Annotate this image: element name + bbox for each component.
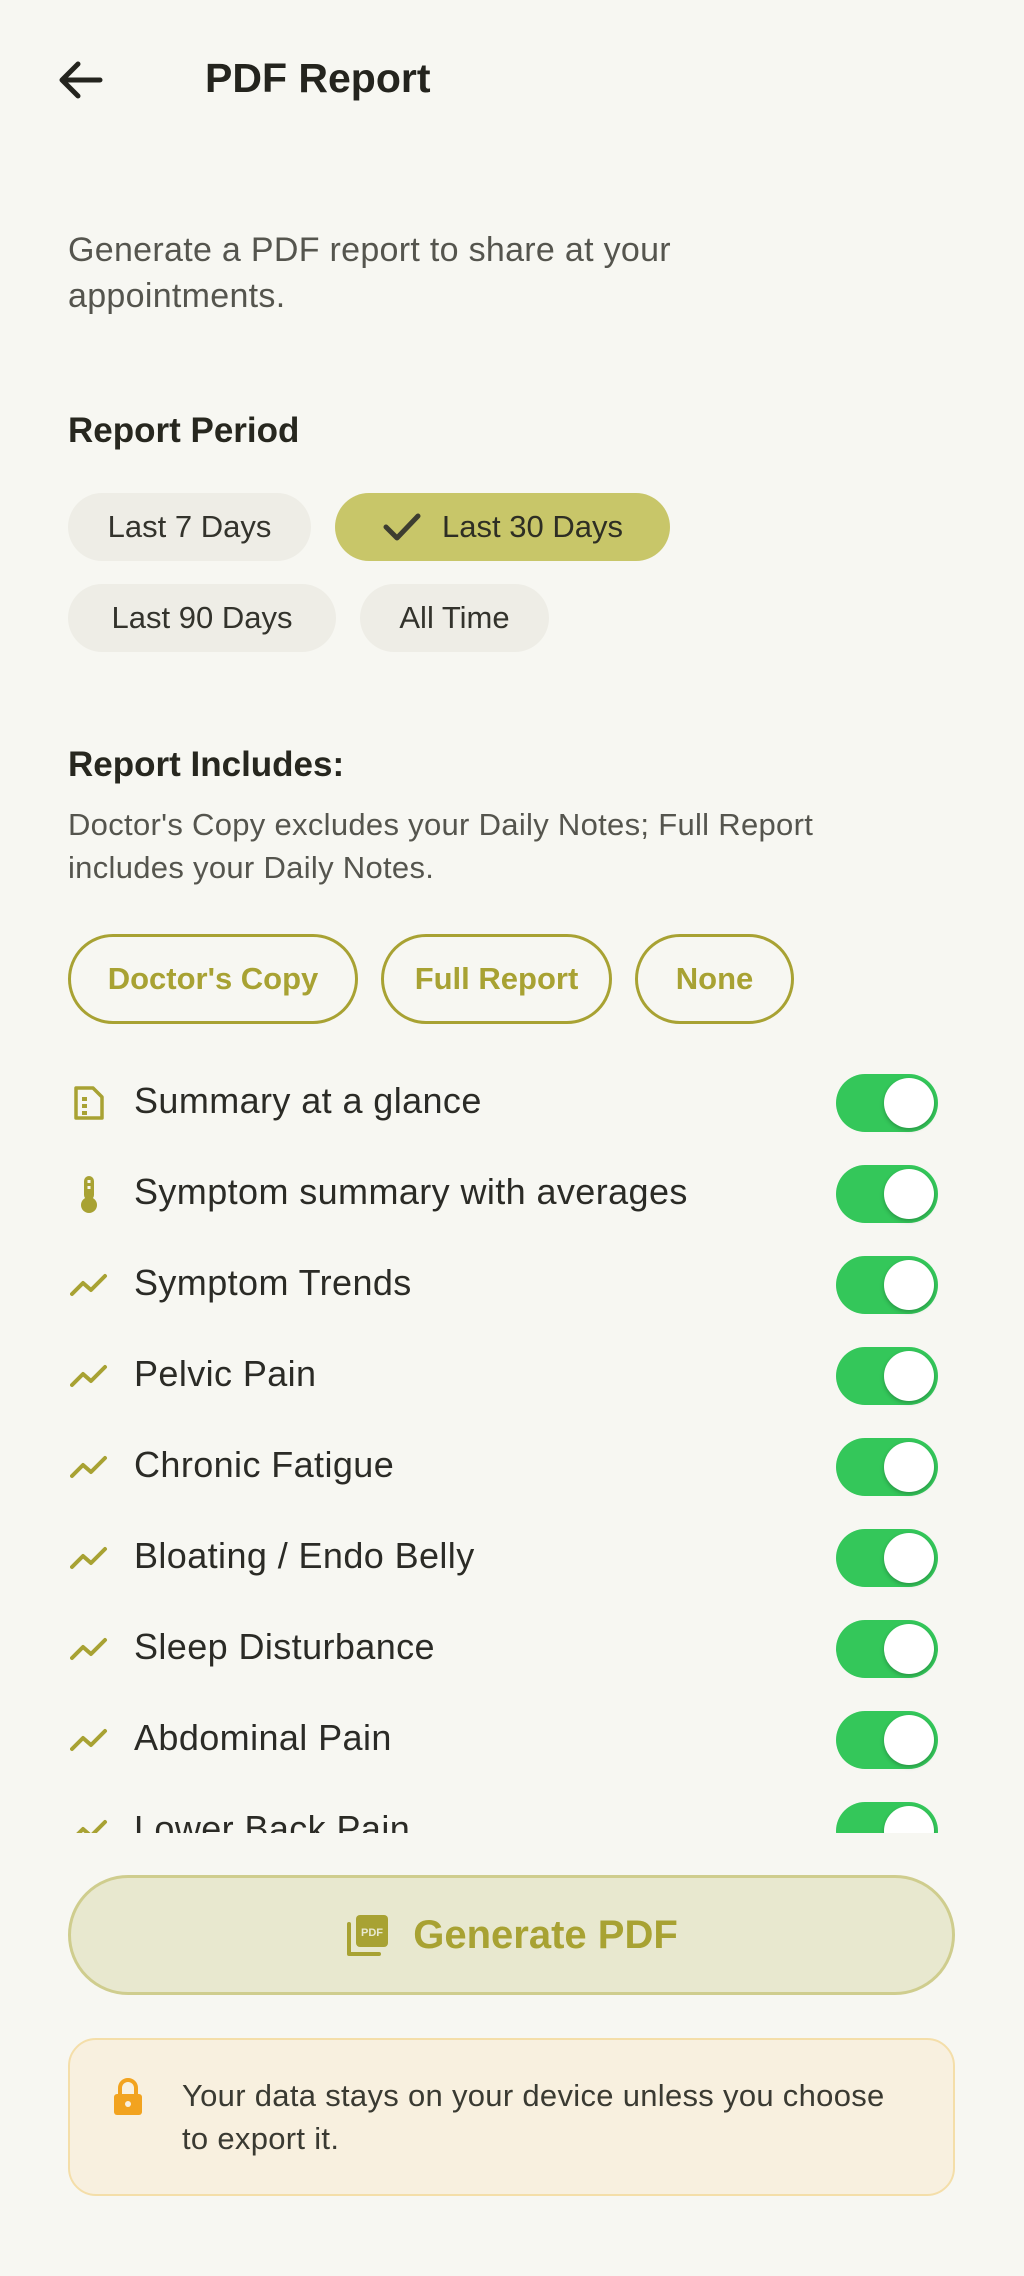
trend-line-icon bbox=[70, 1448, 108, 1486]
list-item-label: Symptom Trends bbox=[134, 1262, 412, 1303]
list-item-label: Chronic Fatigue bbox=[134, 1444, 395, 1485]
privacy-text: Your data stays on your device unless yo… bbox=[182, 2078, 885, 2156]
list-item-symptom-summary: Symptom summary with averages bbox=[0, 1149, 1024, 1240]
preset-label: None bbox=[675, 961, 754, 996]
toggle-knob bbox=[884, 1169, 934, 1219]
list-item-pelvic-pain: Pelvic Pain bbox=[0, 1331, 1024, 1422]
period-chip-label: Last 30 Days bbox=[442, 509, 623, 544]
generate-pdf-button[interactable]: PDF Generate PDF bbox=[68, 1875, 955, 1995]
include-toggle[interactable] bbox=[836, 1711, 938, 1769]
toggle-knob bbox=[884, 1351, 934, 1401]
period-chip-last-90-days[interactable]: Last 90 Days bbox=[68, 584, 336, 652]
list-item-label: Bloating / Endo Belly bbox=[134, 1535, 475, 1576]
svg-text:PDF: PDF bbox=[361, 1927, 383, 1939]
toggle-knob bbox=[884, 1260, 934, 1310]
checkmark-icon bbox=[382, 511, 422, 543]
toggle-knob bbox=[884, 1806, 934, 1833]
trend-line-icon bbox=[70, 1812, 108, 1833]
toggle-knob bbox=[884, 1533, 934, 1583]
trend-line-icon bbox=[70, 1630, 108, 1668]
app-header: PDF Report bbox=[0, 0, 1024, 160]
report-includes-title: Report Includes: bbox=[68, 745, 345, 784]
toggle-knob bbox=[884, 1442, 934, 1492]
trend-line-icon bbox=[70, 1266, 108, 1304]
generate-pdf-label: Generate PDF bbox=[413, 1912, 678, 1957]
pdf-file-icon: PDF bbox=[347, 1915, 389, 1956]
list-item-symptom-trends: Symptom Trends bbox=[0, 1240, 1024, 1331]
toggle-knob bbox=[884, 1715, 934, 1765]
page-title: PDF Report bbox=[205, 55, 431, 101]
report-includes-description: Doctor's Copy excludes your Daily Notes;… bbox=[68, 807, 814, 885]
back-button[interactable] bbox=[50, 50, 110, 110]
include-toggle[interactable] bbox=[836, 1074, 938, 1132]
period-chip-label: Last 90 Days bbox=[111, 600, 293, 635]
preset-none-button[interactable]: None bbox=[635, 934, 794, 1024]
list-item-summary-at-a-glance: Summary at a glance bbox=[0, 1058, 1024, 1149]
trend-line-icon bbox=[70, 1357, 108, 1395]
list-item-chronic-fatigue: Chronic Fatigue bbox=[0, 1422, 1024, 1513]
list-item-label: Abdominal Pain bbox=[134, 1717, 392, 1758]
period-chip-label: Last 7 Days bbox=[107, 509, 272, 544]
list-item-sleep-disturbance: Sleep Disturbance bbox=[0, 1604, 1024, 1695]
preset-label: Doctor's Copy bbox=[107, 961, 319, 996]
list-item-label: Pelvic Pain bbox=[134, 1353, 317, 1394]
thermometer-icon bbox=[70, 1175, 108, 1213]
preset-doctors-copy-button[interactable]: Doctor's Copy bbox=[68, 934, 358, 1024]
include-toggle[interactable] bbox=[836, 1347, 938, 1405]
include-toggle[interactable] bbox=[836, 1620, 938, 1678]
toggle-knob bbox=[884, 1624, 934, 1674]
preset-label: Full Report bbox=[414, 961, 579, 996]
lock-icon bbox=[114, 2078, 142, 2115]
period-chip-last-7-days[interactable]: Last 7 Days bbox=[68, 493, 311, 561]
intro-text: Generate a PDF report to share at your a… bbox=[68, 231, 671, 315]
include-toggle[interactable] bbox=[836, 1529, 938, 1587]
list-item-abdominal-pain: Abdominal Pain bbox=[0, 1695, 1024, 1786]
list-item-lower-back-pain: Lower Back Pain bbox=[0, 1786, 1024, 1833]
include-toggle[interactable] bbox=[836, 1165, 938, 1223]
list-item-bloating: Bloating / Endo Belly bbox=[0, 1513, 1024, 1604]
period-chip-label: All Time bbox=[399, 600, 510, 635]
period-chip-all-time[interactable]: All Time bbox=[360, 584, 549, 652]
report-items-list[interactable]: Summary at a glance Symptom summary with… bbox=[0, 1058, 1024, 1833]
list-item-label: Summary at a glance bbox=[134, 1080, 482, 1121]
include-toggle[interactable] bbox=[836, 1256, 938, 1314]
list-item-label: Symptom summary with averages bbox=[134, 1171, 688, 1212]
list-item-label: Sleep Disturbance bbox=[134, 1626, 435, 1667]
trend-line-icon bbox=[70, 1721, 108, 1759]
arrow-left-icon bbox=[59, 61, 103, 99]
include-toggle[interactable] bbox=[836, 1802, 938, 1833]
preset-full-report-button[interactable]: Full Report bbox=[381, 934, 612, 1024]
privacy-notice: Your data stays on your device unless yo… bbox=[68, 2038, 955, 2196]
trend-line-icon bbox=[70, 1539, 108, 1577]
list-item-label: Lower Back Pain bbox=[134, 1808, 411, 1833]
period-chip-last-30-days[interactable]: Last 30 Days bbox=[335, 493, 670, 561]
toggle-knob bbox=[884, 1078, 934, 1128]
include-toggle[interactable] bbox=[836, 1438, 938, 1496]
report-period-title: Report Period bbox=[68, 411, 300, 450]
summary-document-icon bbox=[70, 1084, 108, 1122]
